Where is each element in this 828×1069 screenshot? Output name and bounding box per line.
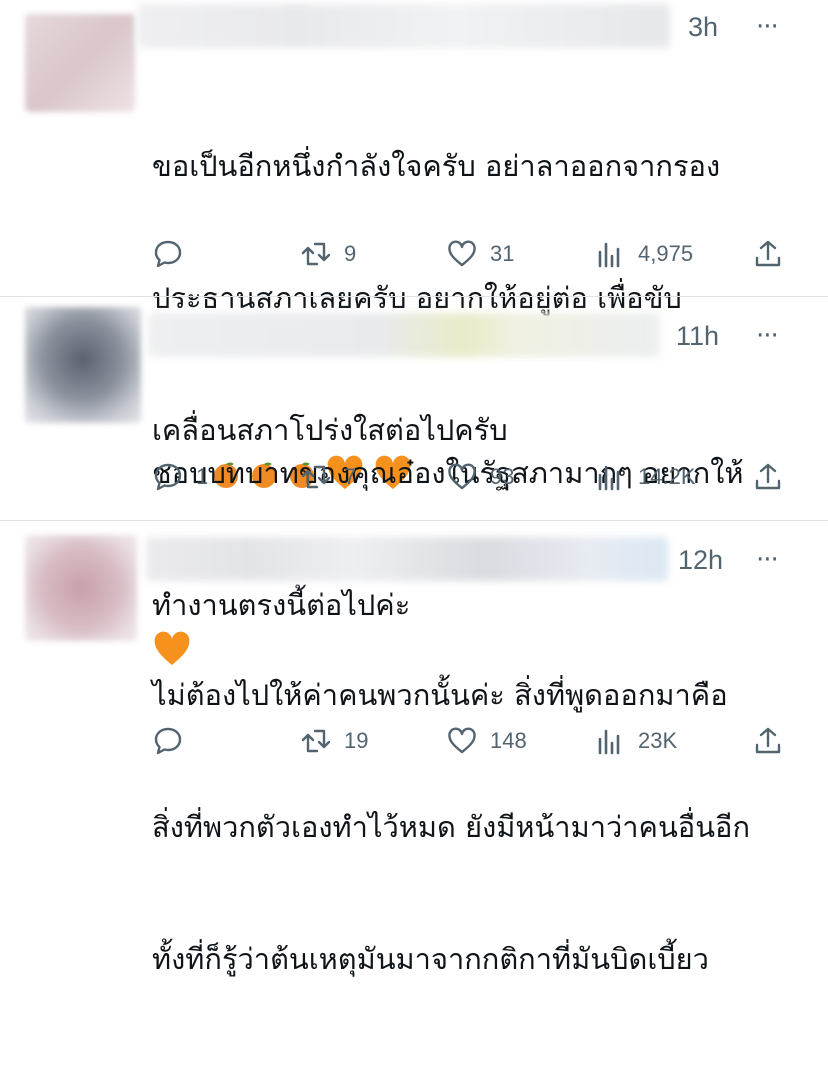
share-button[interactable] bbox=[752, 457, 784, 497]
like-button[interactable]: 31 bbox=[446, 234, 514, 274]
tweet-actions: 9 31 4,975 bbox=[0, 234, 828, 274]
views-button[interactable]: 14.2K bbox=[594, 457, 696, 497]
retweet-count: 9 bbox=[344, 241, 357, 266]
tweet-text-line: ไม่ต้องไปให้ค่าคนพวกนั้นค่ะ สิ่งที่พูดออ… bbox=[152, 678, 728, 712]
views-count: 23K bbox=[638, 728, 678, 753]
share-icon bbox=[755, 463, 781, 490]
reply-icon bbox=[154, 463, 182, 491]
username-redacted[interactable] bbox=[138, 4, 670, 48]
more-options-icon[interactable]: ··· bbox=[756, 12, 779, 42]
reply-button[interactable]: 1 bbox=[152, 457, 208, 497]
share-button[interactable] bbox=[752, 234, 784, 274]
retweet-icon bbox=[301, 729, 331, 753]
retweet-count: 19 bbox=[344, 728, 369, 753]
like-button[interactable]: 93 bbox=[446, 457, 514, 497]
like-icon bbox=[448, 240, 476, 267]
username-redacted[interactable] bbox=[146, 537, 668, 581]
like-icon bbox=[448, 727, 476, 754]
tweet-timestamp[interactable]: 3h bbox=[688, 12, 718, 43]
avatar[interactable] bbox=[25, 535, 137, 641]
views-count: 4,975 bbox=[638, 241, 694, 266]
tweet-actions: 1 7 93 14.2K bbox=[0, 457, 828, 497]
share-icon bbox=[755, 240, 781, 267]
tweet-timestamp[interactable]: 11h bbox=[676, 321, 719, 352]
reply-button[interactable] bbox=[152, 234, 196, 274]
views-count: 14.2K bbox=[638, 464, 696, 489]
tweet-3[interactable]: 12h ··· ไม่ต้องไปให้ค่าคนพวกนั้นค่ะ สิ่ง… bbox=[0, 521, 828, 976]
views-icon bbox=[598, 465, 620, 491]
tweet-text-line: ทั้งที่ก็รู้ว่าต้นเหตุมันมาจากกติกาที่มั… bbox=[152, 942, 709, 976]
reply-icon bbox=[154, 240, 182, 268]
tweet-actions: 19 148 23K bbox=[0, 721, 828, 761]
views-button[interactable]: 4,975 bbox=[594, 234, 693, 274]
tweet-text-line: ขอเป็นอีกหนึ่งกำลังใจครับ อย่าลาออกจากรอ… bbox=[152, 149, 721, 183]
retweet-icon bbox=[301, 242, 331, 266]
reply-icon bbox=[154, 727, 182, 755]
tweet-1[interactable]: 3h ··· ขอเป็นอีกหนึ่งกำลังใจครับ อย่าลาอ… bbox=[0, 0, 828, 665]
views-icon bbox=[598, 729, 620, 755]
tweet-text: ไม่ต้องไปให้ค่าคนพวกนั้นค่ะ สิ่งที่พูดออ… bbox=[152, 585, 812, 1069]
more-options-icon[interactable]: ··· bbox=[756, 545, 779, 575]
more-options-icon[interactable]: ··· bbox=[756, 321, 779, 351]
like-count: 93 bbox=[490, 464, 515, 489]
username-redacted[interactable] bbox=[148, 313, 660, 357]
avatar[interactable] bbox=[25, 14, 135, 112]
avatar[interactable] bbox=[25, 307, 141, 423]
share-button[interactable] bbox=[752, 721, 784, 761]
like-count: 148 bbox=[490, 728, 527, 753]
reply-button[interactable] bbox=[152, 721, 196, 761]
like-button[interactable]: 148 bbox=[446, 721, 527, 761]
tweet-text-line: สิ่งที่พวกตัวเองทำไว้หมด ยังมีหน้ามาว่าค… bbox=[152, 810, 750, 844]
retweet-button[interactable]: 9 bbox=[300, 234, 356, 274]
retweet-button[interactable]: 7 bbox=[300, 457, 356, 497]
tweet-timestamp[interactable]: 12h bbox=[678, 545, 723, 576]
tweet-2[interactable]: 11h ··· ชอบบทบาทของคุณอ๋องในรัฐสภามากๆ อ… bbox=[0, 297, 828, 622]
views-icon bbox=[598, 242, 620, 268]
share-icon bbox=[755, 727, 781, 754]
retweet-count: 7 bbox=[344, 464, 357, 489]
like-count: 31 bbox=[490, 241, 515, 266]
reply-count: 1 bbox=[196, 464, 209, 489]
like-icon bbox=[448, 463, 476, 490]
views-button[interactable]: 23K bbox=[594, 721, 677, 761]
retweet-button[interactable]: 19 bbox=[300, 721, 368, 761]
retweet-icon bbox=[301, 465, 331, 489]
